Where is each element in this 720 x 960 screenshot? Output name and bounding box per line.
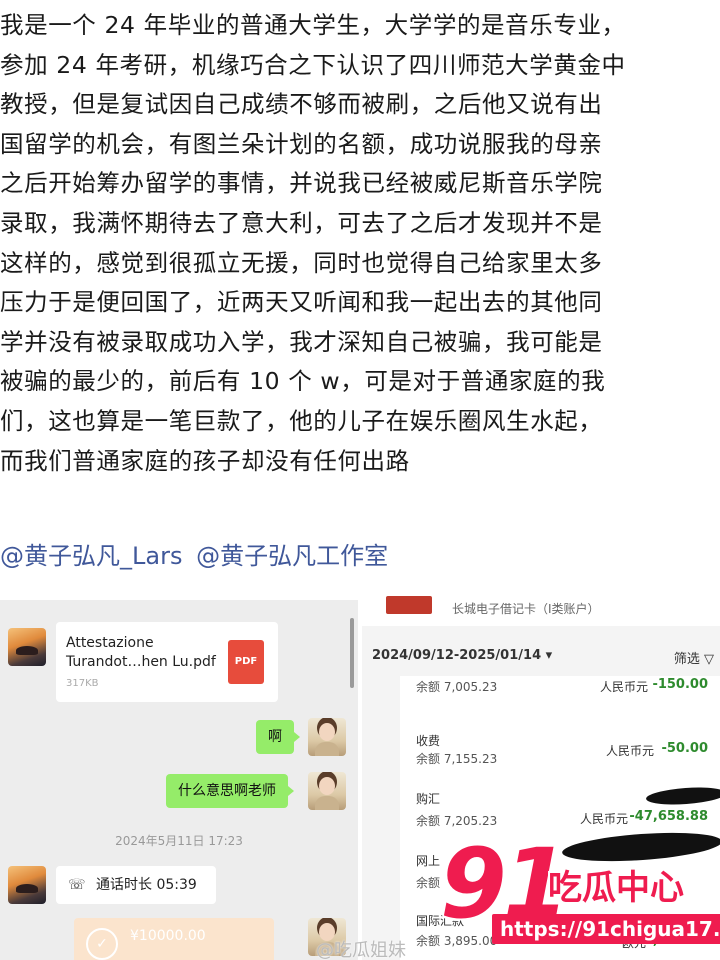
post-line: 学并没有被录取成功入学，我才深知自己被骗，我可能是: [0, 327, 603, 356]
chat-scrollbar: [350, 618, 354, 688]
post-body: 我是一个 24 年毕业的普通大学生，大学学的是音乐专业， 参加 24 年考研，机…: [0, 6, 716, 481]
chat-timestamp: 2024年5月11日 17:23: [115, 834, 243, 848]
post-line: 压力于是便回国了，近两天又听闻和我一起出去的其他同: [0, 288, 603, 317]
chat-screenshot: Attestazione Turandot…hen Lu.pdf 317KB P…: [0, 600, 358, 960]
weibo-watermark: @吃瓜姐妹: [316, 940, 406, 960]
transaction-balance: 余额 7,205.23: [416, 814, 498, 828]
post-line: 国留学的机会，有图兰朵计划的名额，成功说服我的母亲: [0, 129, 603, 158]
file-message[interactable]: Attestazione Turandot…hen Lu.pdf 317KB P…: [56, 622, 278, 702]
teacher-avatar[interactable]: [8, 628, 46, 666]
call-record-bubble[interactable]: ☏ 通话时长 05:39: [56, 866, 216, 904]
transfer-card[interactable]: ✓ ¥10000.00: [74, 918, 274, 960]
post-line: 参加 24 年考研，机缘巧合之下认识了四川师范大学黄金中: [0, 50, 626, 79]
pdf-icon: PDF: [228, 640, 264, 684]
user-avatar[interactable]: [308, 718, 346, 756]
transaction-row[interactable]: 收费 余额 7,155.23 人民币元 -50.00: [400, 722, 720, 781]
post-line: 这样的，感觉到很孤立无援，同时也觉得自己给家里太多: [0, 248, 603, 277]
post-line: 而我们普通家庭的孩子却没有任何出路: [0, 446, 410, 475]
mention-link-studio[interactable]: @黄子弘凡工作室: [196, 542, 388, 570]
transaction-name: 购汇: [416, 792, 441, 806]
bank-card-header: 长城电子借记卡（I类账户）: [362, 590, 720, 626]
mention-link-lars[interactable]: @黄子弘凡_Lars: [0, 542, 182, 570]
post-page: 我是一个 24 年毕业的普通大学生，大学学的是音乐专业， 参加 24 年考研，机…: [0, 0, 720, 960]
mentions: @黄子弘凡_Lars @黄子弘凡工作室: [0, 536, 394, 571]
bank-logo-icon: [386, 596, 432, 614]
transaction-name: 网上: [416, 854, 441, 868]
transaction-balance: 余额 7,005.23: [416, 680, 498, 694]
site-logo-text: 吃瓜中心: [548, 868, 684, 908]
transaction-row[interactable]: 余额 7,005.23 人民币元 -150.00: [400, 676, 720, 723]
site-url-watermark: https://91chigua17.com: [492, 914, 720, 944]
transaction-amount: -50.00: [661, 741, 708, 756]
transaction-balance: 余额 7,155.23: [416, 752, 498, 766]
transfer-amount: ¥10000.00: [130, 928, 206, 944]
transaction-balance: 余额: [416, 876, 441, 890]
post-line: 我是一个 24 年毕业的普通大学生，大学学的是音乐专业，: [0, 11, 626, 39]
file-name: Attestazione Turandot…hen Lu.pdf: [66, 635, 216, 670]
post-line: 之后开始筹办留学的事情，并说我已经被威尼斯音乐学院: [0, 169, 603, 198]
call-duration: 通话时长 05:39: [96, 877, 197, 893]
post-line: 教授，但是复试因自己成绩不够而被刷，之后他又说有出: [0, 90, 603, 119]
transaction-amount: -47,658.88: [629, 809, 708, 824]
date-filter-bar: 2024/09/12-2025/01/14 ▾ 筛选 ▽: [362, 640, 720, 676]
file-size: 317KB: [66, 678, 99, 689]
transaction-name: 收费: [416, 734, 441, 748]
filter-button[interactable]: 筛选 ▽: [674, 648, 714, 667]
phone-icon: ☏: [68, 877, 86, 893]
message-bubble-sent[interactable]: 什么意思啊老师: [166, 774, 294, 808]
transaction-amount: -150.00: [652, 677, 708, 692]
post-line: 被骗的最少的，前后有 10 个 w，可是对于普通家庭的我: [0, 367, 606, 396]
post-line: 们，这也算是一笔巨款了，他的儿子在娱乐圈风生水起，: [0, 406, 603, 435]
message-bubble-sent[interactable]: 啊: [256, 720, 300, 754]
teacher-avatar[interactable]: [8, 866, 46, 904]
post-line: 录取，我满怀期待去了意大利，可去了之后才发现并不是: [0, 208, 603, 237]
check-icon: ✓: [86, 928, 118, 960]
bank-card-name: 长城电子借记卡（I类账户）: [452, 602, 600, 616]
transaction-currency: 人民币元: [580, 812, 629, 826]
date-range-selector[interactable]: 2024/09/12-2025/01/14 ▾: [372, 648, 552, 663]
transaction-currency: 人民币元: [600, 680, 649, 694]
transaction-currency: 人民币元: [606, 744, 655, 758]
user-avatar[interactable]: [308, 772, 346, 810]
